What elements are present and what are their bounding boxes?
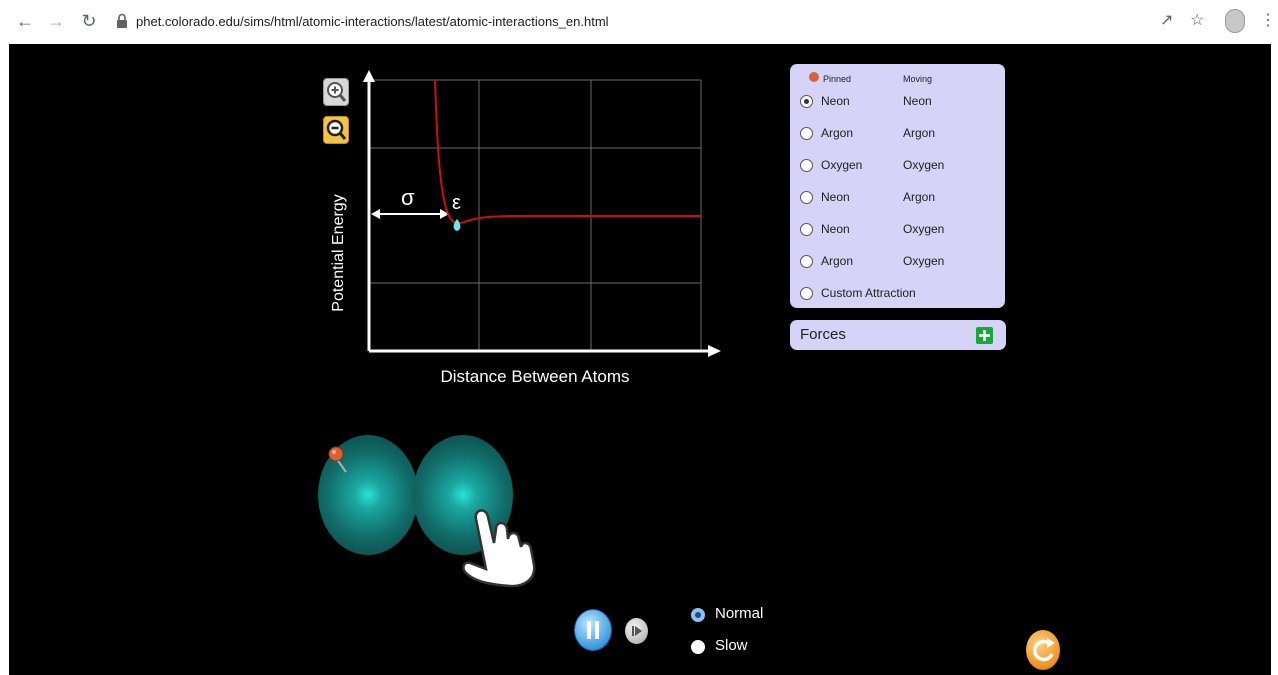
hand-cursor-icon <box>462 509 536 588</box>
epsilon-label: ε <box>452 192 461 214</box>
pushpin-icon <box>328 446 347 473</box>
browser-toolbar: ← → ↻ phet.colorado.edu/sims/html/atomic… <box>0 0 1278 44</box>
lock-icon <box>117 13 127 28</box>
zoom-out-icon <box>326 119 347 140</box>
atom-option-oxygen-oxygen[interactable]: Oxygen Oxygen <box>800 156 1000 176</box>
step-forward-icon <box>632 626 642 636</box>
moving-atom-label: Neon <box>903 94 932 108</box>
reset-all-button[interactable] <box>1026 630 1060 670</box>
zoom-in-button[interactable] <box>323 78 349 106</box>
moving-atom-label: Oxygen <box>903 222 945 236</box>
profile-avatar[interactable] <box>1225 9 1245 33</box>
simulation-canvas: Potential Energy Distance Between Atoms … <box>9 44 1271 675</box>
back-arrow-icon[interactable]: ← <box>14 10 36 32</box>
pushpin-icon <box>809 72 819 82</box>
custom-attraction-label: Custom Attraction <box>821 286 916 300</box>
pinned-atom-label: Oxygen <box>821 158 863 172</box>
radio-button[interactable] <box>800 95 813 108</box>
reload-icon[interactable]: ↻ <box>78 10 100 32</box>
moving-atom-label: Argon <box>903 190 936 204</box>
forward-arrow-icon[interactable]: → <box>45 10 67 32</box>
url-text: phet.colorado.edu/sims/html/atomic-inter… <box>136 14 609 29</box>
pause-button[interactable] <box>574 609 612 651</box>
atom-option-argon-argon[interactable]: Argon Argon <box>800 124 1000 144</box>
sigma-arrow-left-icon <box>371 209 380 219</box>
menu-kebab-icon[interactable]: ⋮ <box>1260 9 1276 33</box>
atom-option-neon-argon[interactable]: Neon Argon <box>800 188 1000 208</box>
moving-atom-label: Oxygen <box>903 254 945 268</box>
forces-title: Forces <box>800 326 846 343</box>
forces-panel[interactable]: Forces <box>790 320 1006 350</box>
sigma-label: σ <box>401 185 415 210</box>
radio-button[interactable] <box>691 640 705 654</box>
zoom-out-button[interactable] <box>323 116 349 144</box>
y-axis-arrow-icon <box>363 70 375 82</box>
pinned-atom-label: Argon <box>821 254 854 268</box>
radio-button[interactable] <box>800 287 813 300</box>
pinned-atom-label: Argon <box>821 126 854 140</box>
share-icon[interactable]: ↗ <box>1160 9 1173 33</box>
radio-button[interactable] <box>800 191 813 204</box>
reset-icon <box>1033 638 1055 662</box>
x-axis-arrow-icon <box>708 345 721 357</box>
atom-option-custom-attraction[interactable]: Custom Attraction <box>800 284 1000 304</box>
step-forward-button[interactable] <box>625 618 648 644</box>
atom-option-neon-neon[interactable]: Neon Neon <box>800 92 1000 112</box>
expand-plus-icon[interactable] <box>976 327 993 344</box>
potential-energy-graph <box>363 70 721 357</box>
moving-header: Moving <box>903 74 933 84</box>
y-axis-label: Potential Energy <box>330 194 347 312</box>
bookmark-star-icon[interactable]: ☆ <box>1190 9 1204 33</box>
atom-option-argon-oxygen[interactable]: Argon Oxygen <box>800 252 1000 272</box>
address-bar[interactable]: phet.colorado.edu/sims/html/atomic-inter… <box>108 9 1273 35</box>
pinned-header: Pinned <box>823 74 852 84</box>
position-marker[interactable] <box>453 219 461 231</box>
radio-button[interactable] <box>800 159 813 172</box>
pinned-atom-label: Neon <box>821 190 850 204</box>
zoom-in-icon <box>327 82 347 102</box>
speed-normal-label: Normal <box>715 605 764 622</box>
potential-curve <box>434 79 701 225</box>
moving-atom-label: Argon <box>903 126 936 140</box>
radio-button[interactable] <box>800 127 813 140</box>
pinned-atom-label: Neon <box>821 222 850 236</box>
speed-slow-label: Slow <box>715 637 748 654</box>
radio-button[interactable] <box>800 255 813 268</box>
moving-atom-label: Oxygen <box>903 158 945 172</box>
radio-button[interactable] <box>800 223 813 236</box>
atom-pair-selector-panel: Pinned Moving Neon Neon Argon Argon Oxyg… <box>790 64 1005 308</box>
pause-icon <box>587 621 599 639</box>
pinned-atom-label: Neon <box>821 94 850 108</box>
radio-button[interactable] <box>691 608 705 622</box>
x-axis-label: Distance Between Atoms <box>440 367 630 386</box>
atom-option-neon-oxygen[interactable]: Neon Oxygen <box>800 220 1000 240</box>
